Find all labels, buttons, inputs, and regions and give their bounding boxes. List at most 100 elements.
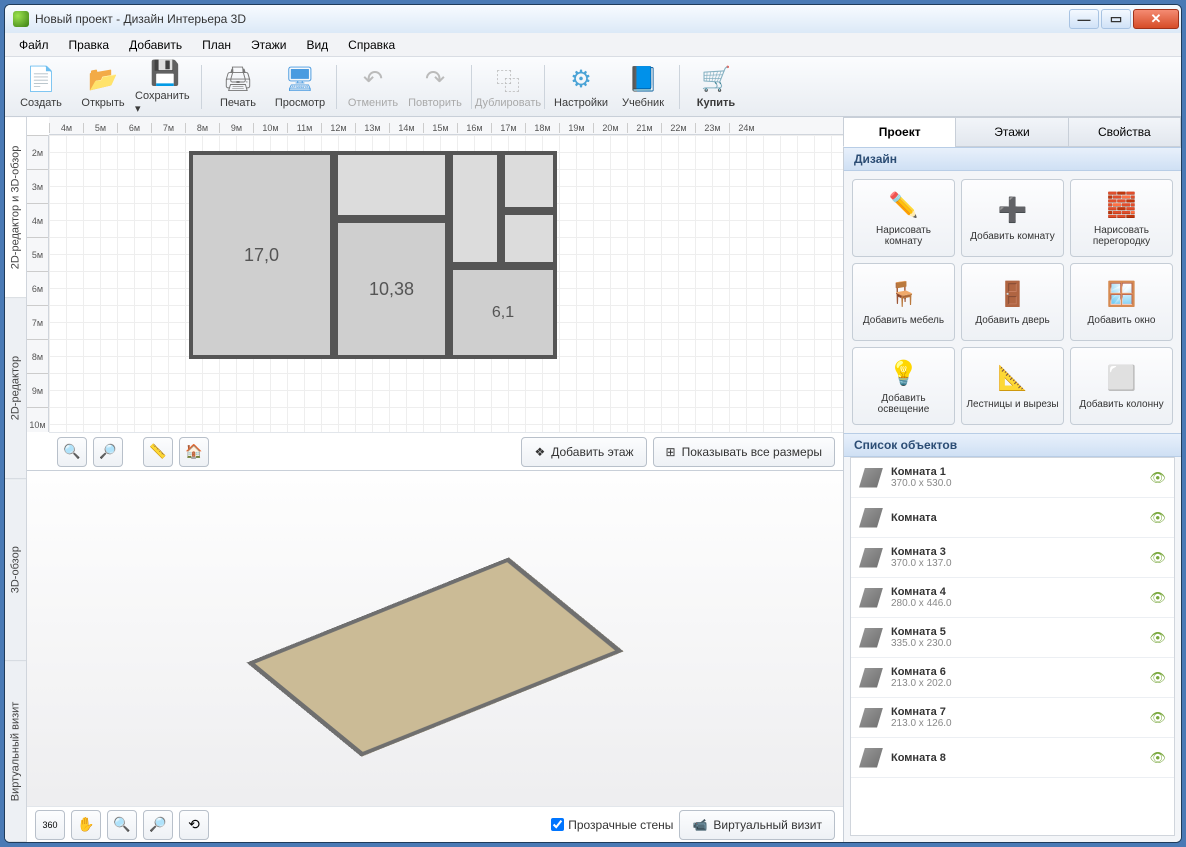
object-row[interactable]: Комната 7213.0 x 126.0👁	[851, 698, 1174, 738]
room-2[interactable]: 10,38	[334, 219, 449, 359]
stairs-button[interactable]: 📐Лестницы и вырезы	[961, 347, 1064, 425]
duplicate-button: ⿻Дублировать	[478, 59, 538, 115]
cube-icon	[859, 588, 883, 608]
open-button[interactable]: 📂Открыть	[73, 59, 133, 115]
add-furniture-icon: 🪑	[888, 279, 920, 311]
virtual-tour-button[interactable]: 📹 Виртуальный визит	[679, 810, 835, 840]
object-row[interactable]: Комната 4280.0 x 446.0👁	[851, 578, 1174, 618]
lefttab-3d[interactable]: 3D-обзор	[5, 480, 26, 661]
object-row[interactable]: Комната👁	[851, 498, 1174, 538]
window-title: Новый проект - Дизайн Интерьера 3D	[35, 12, 1069, 26]
print-icon: 🖨	[223, 65, 253, 95]
room-1[interactable]: 17,0	[189, 151, 334, 359]
minimize-button[interactable]: —	[1069, 9, 1099, 29]
object-row[interactable]: Комната 1370.0 x 530.0👁	[851, 458, 1174, 498]
room-bath1[interactable]	[501, 151, 557, 211]
visibility-icon[interactable]: 👁	[1149, 590, 1166, 606]
buy-icon: 🛒	[701, 65, 731, 95]
reset-view-button[interactable]: ⟲	[179, 810, 209, 840]
2d-canvas[interactable]: 17,0 10,38 6,1	[49, 135, 843, 432]
lefttab-combo[interactable]: 2D-редактор и 3D-обзор	[5, 117, 26, 298]
menu-этажи[interactable]: Этажи	[243, 36, 294, 54]
transparent-walls-input[interactable]	[551, 818, 564, 831]
object-list[interactable]: Комната 1370.0 x 530.0👁Комната👁Комната 3…	[850, 457, 1175, 836]
object-row[interactable]: Комната 8👁	[851, 738, 1174, 778]
2d-toolbar: 🔍 🔎 📏 🏠 ❖ Добавить этаж ⊞ Показывать все…	[49, 432, 843, 470]
add-window-button[interactable]: 🪟Добавить окно	[1070, 263, 1173, 341]
draw-room-button[interactable]: ✏️Нарисовать комнату	[852, 179, 955, 257]
lefttab-tour[interactable]: Виртуальный визит	[5, 661, 26, 842]
left-tabstrip: 2D-редактор и 3D-обзор2D-редактор3D-обзо…	[5, 117, 27, 842]
room-small[interactable]	[334, 151, 449, 219]
object-row[interactable]: Комната 5335.0 x 230.0👁	[851, 618, 1174, 658]
3d-model[interactable]	[205, 512, 665, 802]
toolbar-separator	[471, 65, 472, 109]
save-button[interactable]: 💾Сохранить ▾	[135, 59, 195, 115]
3d-view[interactable]: 360 ✋ 🔍 🔎 ⟲ Прозрачные стены 📹 Виртуальн…	[27, 471, 843, 842]
new-button[interactable]: 📄Создать	[11, 59, 71, 115]
visibility-icon[interactable]: 👁	[1149, 550, 1166, 566]
zoom-out-button[interactable]: 🔍	[57, 437, 87, 467]
room-3[interactable]: 6,1	[449, 266, 557, 359]
add-floor-button[interactable]: ❖ Добавить этаж	[521, 437, 646, 467]
visibility-icon[interactable]: 👁	[1149, 710, 1166, 726]
objects-section-header: Список объектов	[844, 433, 1181, 457]
zoom-in-3d-button[interactable]: 🔎	[143, 810, 173, 840]
cube-icon	[859, 468, 883, 488]
settings-icon: ⚙	[566, 65, 596, 95]
transparent-walls-checkbox[interactable]: Прозрачные стены	[551, 818, 673, 832]
visibility-icon[interactable]: 👁	[1149, 670, 1166, 686]
new-icon: 📄	[26, 65, 56, 95]
menu-добавить[interactable]: Добавить	[121, 36, 190, 54]
cube-icon	[859, 548, 883, 568]
titlebar: Новый проект - Дизайн Интерьера 3D — ▭ ✕	[5, 5, 1181, 33]
redo-button: ↷Повторить	[405, 59, 465, 115]
draw-partition-icon: 🧱	[1106, 189, 1138, 221]
rotate-360-button[interactable]: 360	[35, 810, 65, 840]
tutorial-icon: 📘	[628, 65, 658, 95]
object-row[interactable]: Комната 6213.0 x 202.0👁	[851, 658, 1174, 698]
room-hall[interactable]	[449, 151, 501, 266]
settings-button[interactable]: ⚙Настройки	[551, 59, 611, 115]
show-dimensions-button[interactable]: ⊞ Показывать все размеры	[653, 437, 835, 467]
tutorial-button[interactable]: 📘Учебник	[613, 59, 673, 115]
righttab-1[interactable]: Этажи	[955, 117, 1068, 147]
measure-button[interactable]: 📏	[143, 437, 173, 467]
add-furniture-button[interactable]: 🪑Добавить мебель	[852, 263, 955, 341]
3d-toolbar: 360 ✋ 🔍 🔎 ⟲ Прозрачные стены 📹 Виртуальн…	[27, 806, 843, 842]
menu-вид[interactable]: Вид	[298, 36, 336, 54]
home-button[interactable]: 🏠	[179, 437, 209, 467]
maximize-button[interactable]: ▭	[1101, 9, 1131, 29]
draw-partition-button[interactable]: 🧱Нарисовать перегородку	[1070, 179, 1173, 257]
menu-справка[interactable]: Справка	[340, 36, 403, 54]
print-button[interactable]: 🖨Печать	[208, 59, 268, 115]
add-column-button[interactable]: ⬜Добавить колонну	[1070, 347, 1173, 425]
cube-icon	[859, 748, 883, 768]
lefttab-2d[interactable]: 2D-редактор	[5, 298, 26, 479]
preview-icon: 🖥	[285, 65, 315, 95]
add-door-button[interactable]: 🚪Добавить дверь	[961, 263, 1064, 341]
draw-room-icon: ✏️	[888, 189, 920, 221]
preview-button[interactable]: 🖥Просмотр	[270, 59, 330, 115]
visibility-icon[interactable]: 👁	[1149, 750, 1166, 766]
menu-план[interactable]: План	[194, 36, 239, 54]
menu-файл[interactable]: Файл	[11, 36, 57, 54]
floorplan[interactable]: 17,0 10,38 6,1	[189, 151, 569, 371]
room-bath2[interactable]	[501, 211, 557, 266]
righttab-0[interactable]: Проект	[843, 117, 956, 147]
zoom-in-button[interactable]: 🔎	[93, 437, 123, 467]
pan-button[interactable]: ✋	[71, 810, 101, 840]
2d-view: 4м5м6м7м8м9м10м11м12м13м14м15м16м17м18м1…	[27, 117, 843, 471]
visibility-icon[interactable]: 👁	[1149, 630, 1166, 646]
cube-icon	[859, 668, 883, 688]
visibility-icon[interactable]: 👁	[1149, 470, 1166, 486]
add-light-button[interactable]: 💡Добавить освещение	[852, 347, 955, 425]
buy-button[interactable]: 🛒Купить	[686, 59, 746, 115]
object-row[interactable]: Комната 3370.0 x 137.0👁	[851, 538, 1174, 578]
close-button[interactable]: ✕	[1133, 9, 1179, 29]
visibility-icon[interactable]: 👁	[1149, 510, 1166, 526]
add-room-button[interactable]: ➕Добавить комнату	[961, 179, 1064, 257]
righttab-2[interactable]: Свойства	[1068, 117, 1181, 147]
zoom-out-3d-button[interactable]: 🔍	[107, 810, 137, 840]
menu-правка[interactable]: Правка	[61, 36, 118, 54]
